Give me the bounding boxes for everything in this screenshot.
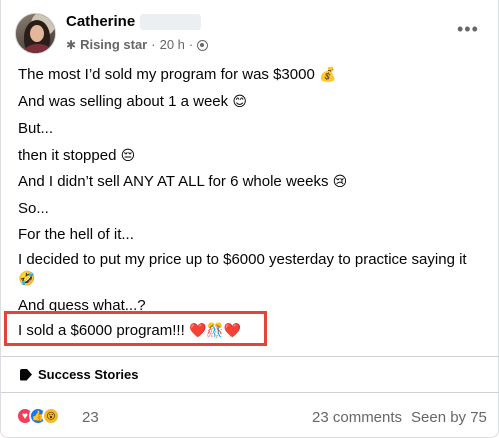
post-line-8: I decided to put my price up to $6000 ye… (18, 251, 467, 287)
more-options-button[interactable]: ••• (457, 20, 479, 38)
money-bag-emoji: 💰 (318, 67, 337, 83)
seen-by-count[interactable]: Seen by 75 (411, 409, 487, 426)
smile-emoji: 😊 (232, 94, 247, 110)
post-line-2: And was selling about 1 a week 😊 (18, 93, 247, 110)
author-name[interactable]: Catherine (66, 13, 135, 31)
wow-reaction-icon: 😮 (42, 407, 60, 425)
rofl-emoji: 🤣 (18, 271, 36, 287)
tag-icon (20, 368, 32, 381)
highlight-box (4, 311, 267, 346)
post-line-5: And I didn’t sell ANY AT ALL for 6 whole… (18, 173, 348, 190)
topic-tag[interactable]: Success Stories (20, 367, 138, 382)
reactions-summary[interactable]: ♥ 👍 😮 (16, 407, 60, 425)
post-card: Catherine ✱ Rising star · 20 h · ••• The… (0, 0, 499, 438)
crying-emoji: 😢 (332, 174, 348, 190)
post-stats: ♥ 👍 😮 23 23 comments Seen by 75 (1, 392, 499, 438)
post-meta: ✱ Rising star · 20 h · (66, 37, 209, 53)
reaction-count[interactable]: 23 (82, 409, 99, 426)
post-line-1: The most I’d sold my program for was $30… (18, 66, 337, 83)
pensive-emoji: 😔 (120, 148, 136, 164)
audience-icon[interactable] (197, 39, 209, 51)
topic-tag-row: Success Stories (1, 356, 499, 392)
redacted-last-name (140, 14, 201, 30)
post-line-6: So... (18, 200, 49, 217)
topic-tag-label: Success Stories (38, 367, 139, 382)
post-time[interactable]: 20 h (160, 37, 185, 53)
comments-count[interactable]: 23 comments (312, 409, 402, 426)
meta-separator-2: · (188, 37, 194, 52)
author-avatar[interactable] (15, 13, 56, 54)
post-line-4: then it stopped 😔 (18, 147, 136, 164)
rising-star-icon: ✱ (66, 38, 77, 52)
post-line-3: But... (18, 120, 54, 137)
meta-separator: · (151, 37, 156, 52)
member-badge[interactable]: Rising star (80, 37, 147, 53)
post-line-7: For the hell of it... (18, 226, 134, 243)
